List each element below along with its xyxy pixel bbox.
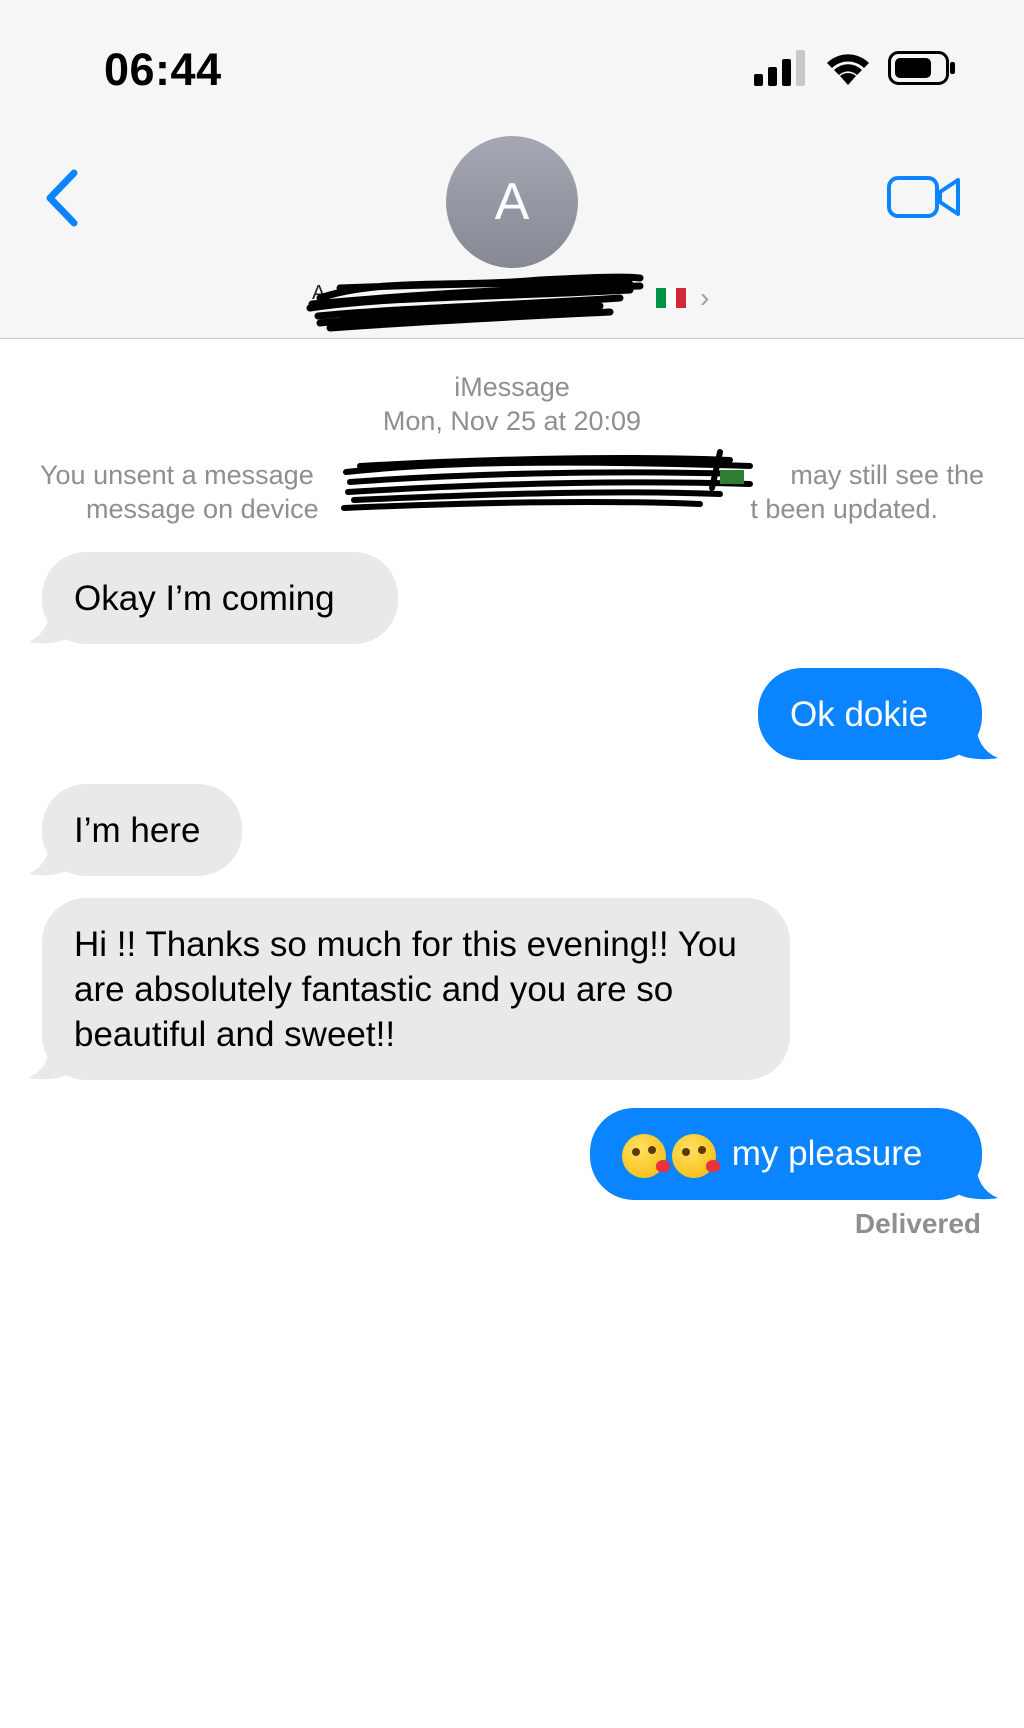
status-time: 06:44 [104,44,222,95]
delivery-status: Delivered [854,1208,981,1239]
bubble-tail [958,722,998,760]
wifi-icon [827,54,869,85]
chevron-left-icon[interactable] [38,165,88,231]
kissing-face-icon [672,1133,720,1178]
avatar-initial: A [494,173,530,231]
unsent-note-line2-start: message on device [86,494,319,524]
redaction-scribble [306,273,644,332]
bubble-tail [28,838,68,876]
redaction-scribble [341,449,753,511]
unsent-note-tail: may still see the [790,460,984,490]
message-bubble-outgoing[interactable]: my pleasure [590,1108,982,1200]
bubble-tail [958,1162,998,1200]
message-bubble-incoming[interactable]: Hi !! Thanks so much for this evening!! … [42,898,790,1080]
unsent-note-line2-end: t been updated. [750,494,938,524]
battery-icon [888,51,955,85]
signal-icon [754,50,805,86]
contact-name-button[interactable]: A [300,268,660,338]
message-text: Ok dokie [790,695,929,734]
bubble-tail [28,1042,68,1080]
service-label: iMessage [454,372,570,402]
message-bubble-outgoing[interactable]: Ok dokie [758,668,982,760]
message-bubble-incoming[interactable]: Okay I’m coming [42,552,398,644]
video-camera-icon[interactable] [886,172,962,222]
message-text: Okay I’m coming [74,579,335,618]
conversation-header: 06:44 A A › [0,0,1024,339]
chevron-right-icon[interactable]: › [700,284,709,312]
message-timestamp: Mon, Nov 25 at 20:09 [382,406,642,436]
kissing-face-icon [622,1133,670,1178]
avatar[interactable]: A [446,136,578,268]
message-bubble-incoming[interactable]: I’m here [42,784,242,876]
message-text: Hi !! Thanks so much for this evening!! … [74,925,737,1054]
message-text: my pleasure [731,1134,923,1173]
italy-flag-icon [656,288,686,308]
status-icons [754,50,956,86]
bubble-tail [28,606,68,644]
message-text: I’m here [74,811,201,850]
unsent-note-start: You unsent a message [40,460,314,490]
